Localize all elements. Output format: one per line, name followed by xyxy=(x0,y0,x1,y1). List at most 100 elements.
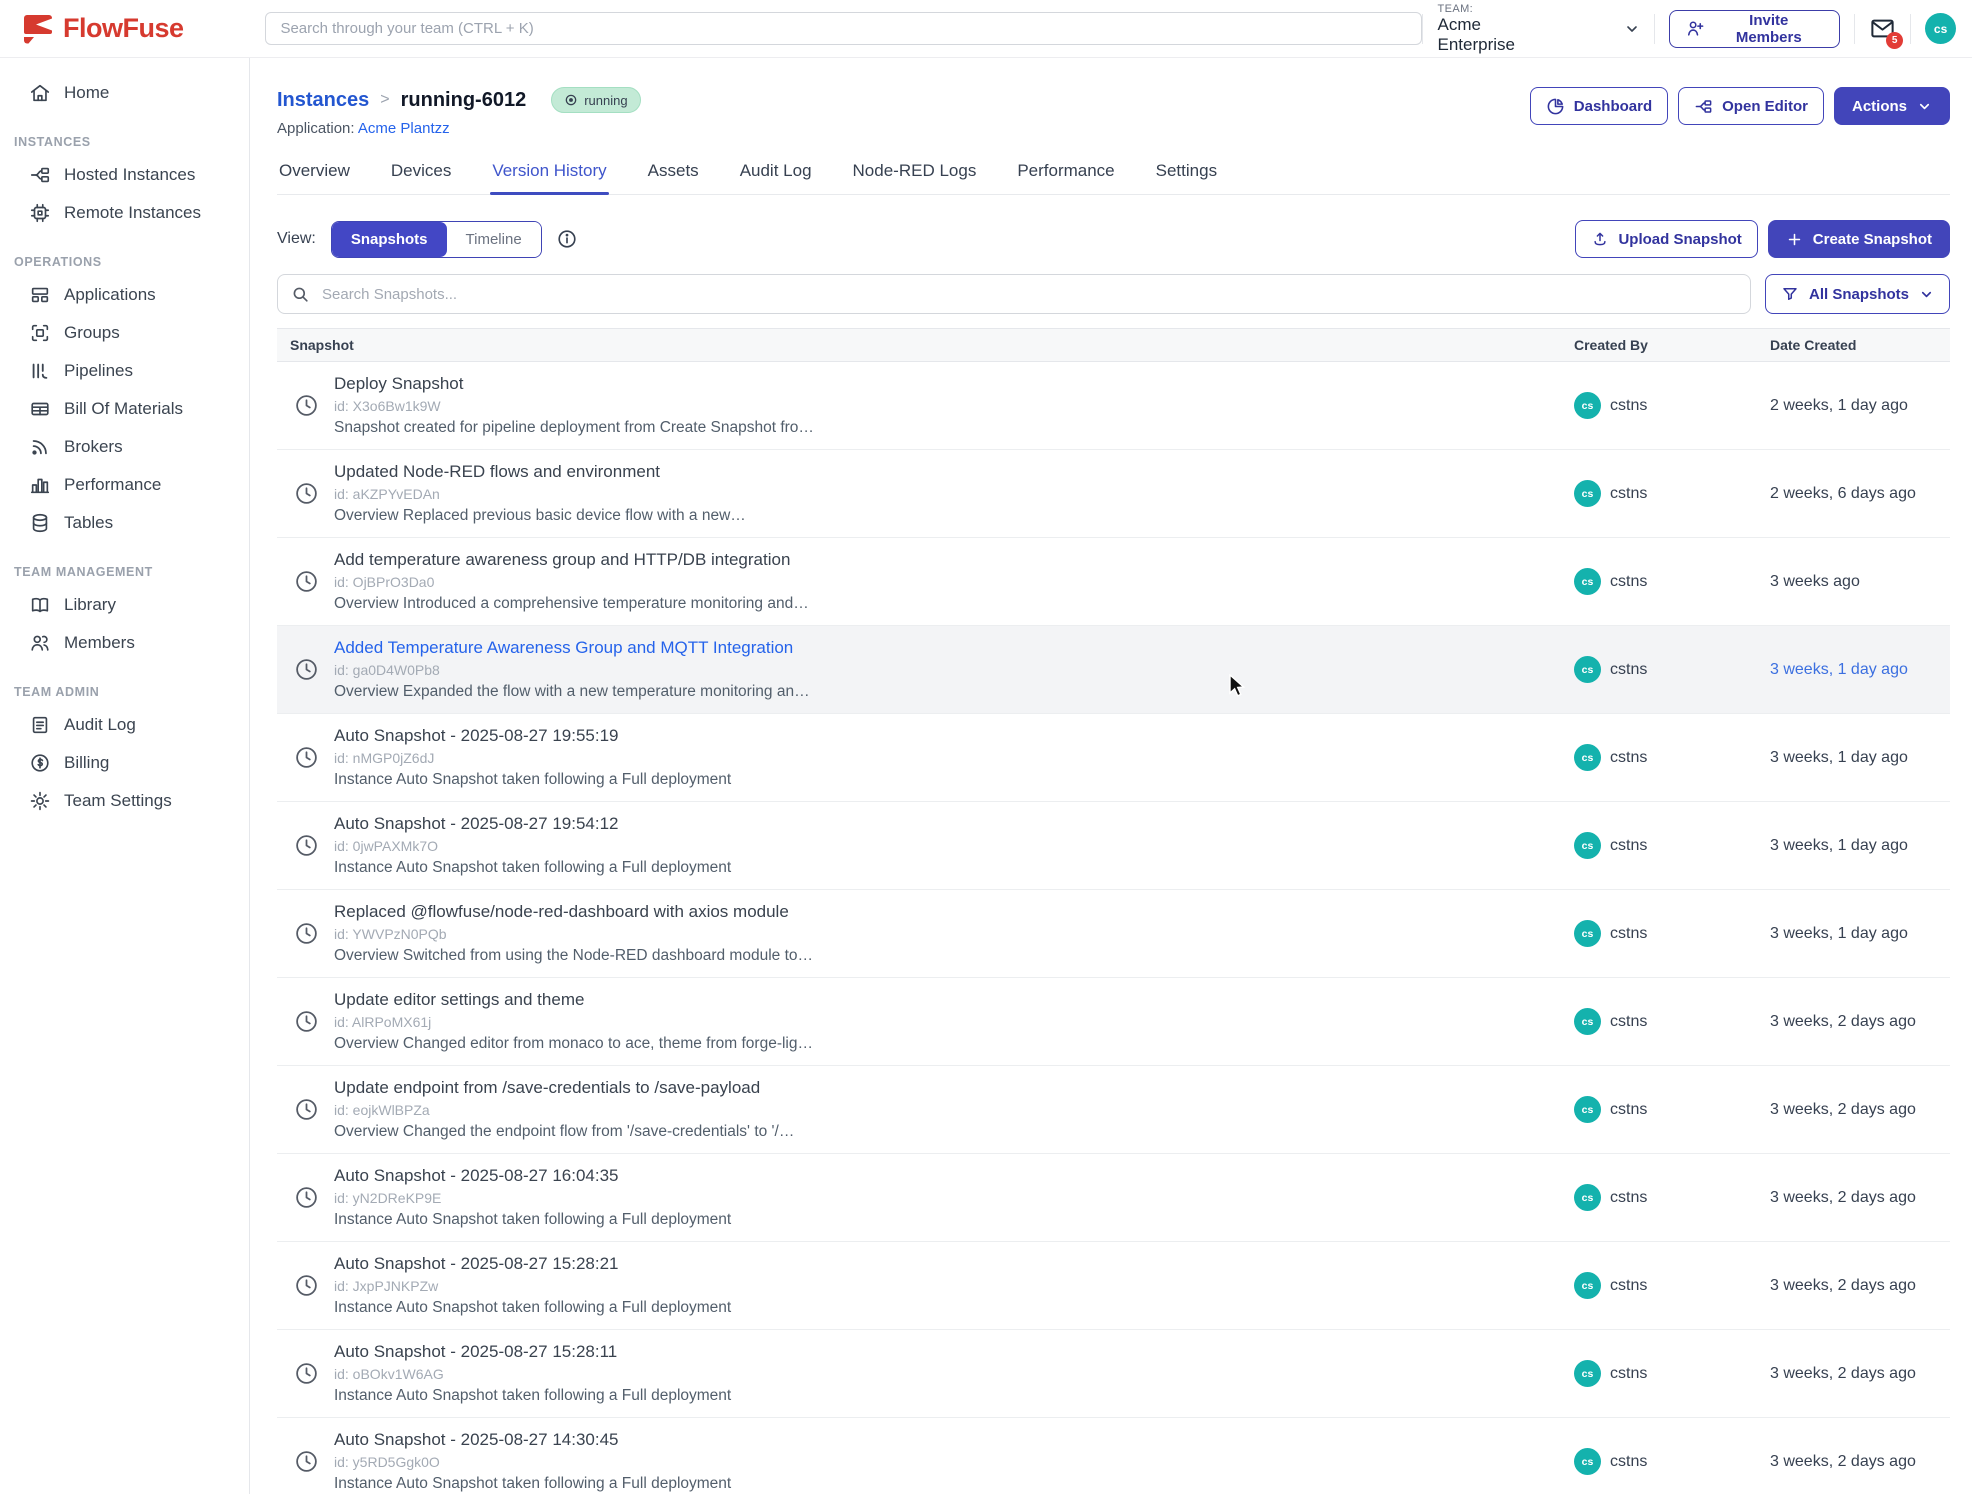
column-date-created: Date Created xyxy=(1770,337,1950,353)
sidebar-item-label: Members xyxy=(64,633,135,653)
sidebar-item-billing[interactable]: Billing xyxy=(0,744,249,782)
info-icon[interactable] xyxy=(556,228,578,250)
tab-audit-log[interactable]: Audit Log xyxy=(738,155,814,194)
table-row[interactable]: Updated Node-RED flows and environment i… xyxy=(277,450,1950,538)
snapshot-id: id: nMGP0jZ6dJ xyxy=(334,750,731,766)
table-row[interactable]: Update editor settings and theme id: AlR… xyxy=(277,978,1950,1066)
snapshot-id: id: X3o6Bw1k9W xyxy=(334,398,814,414)
segment-snapshots[interactable]: Snapshots xyxy=(332,222,447,257)
sidebar-item-brokers[interactable]: Brokers xyxy=(0,428,249,466)
snapshot-search-input[interactable] xyxy=(277,274,1751,314)
user-avatar[interactable]: cs xyxy=(1925,13,1956,44)
snapshot-title: Auto Snapshot - 2025-08-27 19:54:12 xyxy=(334,814,731,834)
date-created-cell: 3 weeks ago xyxy=(1770,573,1950,591)
tab-settings[interactable]: Settings xyxy=(1154,155,1219,194)
flowfuse-logo[interactable]: FlowFuse xyxy=(22,13,239,45)
breadcrumb-instances-link[interactable]: Instances xyxy=(277,89,369,112)
sidebar-item-pipelines[interactable]: Pipelines xyxy=(0,352,249,390)
notifications-button[interactable]: 5 xyxy=(1869,15,1896,42)
snapshot-description: Overview Switched from using the Node-RE… xyxy=(334,947,813,965)
view-segmented-control: Snapshots Timeline xyxy=(331,221,542,258)
cpu-chip-icon xyxy=(29,202,51,224)
table-row[interactable]: Added Temperature Awareness Group and MQ… xyxy=(277,626,1950,714)
brand-name: FlowFuse xyxy=(63,13,184,44)
table-row[interactable]: Replaced @flowfuse/node-red-dashboard wi… xyxy=(277,890,1950,978)
create-snapshot-label: Create Snapshot xyxy=(1813,231,1932,248)
clock-icon xyxy=(294,1273,319,1298)
table-row[interactable]: Auto Snapshot - 2025-08-27 16:04:35 id: … xyxy=(277,1154,1950,1242)
table-row[interactable]: Auto Snapshot - 2025-08-27 15:28:11 id: … xyxy=(277,1330,1950,1418)
dashboard-button[interactable]: Dashboard xyxy=(1530,87,1668,125)
sidebar-item-library[interactable]: Library xyxy=(0,586,249,624)
upload-snapshot-button[interactable]: Upload Snapshot xyxy=(1575,220,1757,258)
clock-icon xyxy=(294,1097,319,1122)
open-editor-button[interactable]: Open Editor xyxy=(1678,87,1824,125)
table-row[interactable]: Deploy Snapshot id: X3o6Bw1k9W Snapshot … xyxy=(277,362,1950,450)
segment-timeline[interactable]: Timeline xyxy=(447,222,541,257)
table-row[interactable]: Auto Snapshot - 2025-08-27 15:28:21 id: … xyxy=(277,1242,1950,1330)
tab-performance[interactable]: Performance xyxy=(1015,155,1116,194)
creator-name: cstns xyxy=(1610,925,1647,943)
date-created-cell: 3 weeks, 2 days ago xyxy=(1770,1277,1950,1295)
table-row[interactable]: Auto Snapshot - 2025-08-27 19:55:19 id: … xyxy=(277,714,1950,802)
sidebar-item-remote-instances[interactable]: Remote Instances xyxy=(0,194,249,232)
team-search-input[interactable] xyxy=(265,12,1422,45)
snapshot-title: Auto Snapshot - 2025-08-27 16:04:35 xyxy=(334,1166,731,1186)
sidebar-item-home[interactable]: Home xyxy=(0,74,249,112)
tab-node-red-logs[interactable]: Node-RED Logs xyxy=(851,155,979,194)
sidebar-item-applications[interactable]: Applications xyxy=(0,276,249,314)
sidebar-item-performance[interactable]: Performance xyxy=(0,466,249,504)
table-row[interactable]: Add temperature awareness group and HTTP… xyxy=(277,538,1950,626)
sidebar-item-label: Brokers xyxy=(64,437,123,457)
snapshot-id: id: ga0D4W0Pb8 xyxy=(334,662,810,678)
book-icon xyxy=(29,594,51,616)
team-selector[interactable]: TEAM: Acme Enterprise xyxy=(1437,3,1640,55)
table-row[interactable]: Auto Snapshot - 2025-08-27 19:54:12 id: … xyxy=(277,802,1950,890)
sidebar-item-label: Hosted Instances xyxy=(64,165,195,185)
tab-overview[interactable]: Overview xyxy=(277,155,352,194)
chevron-down-icon xyxy=(1917,99,1932,114)
snapshot-id: id: aKZPYvEDAn xyxy=(334,486,746,502)
actions-button[interactable]: Actions xyxy=(1834,87,1950,125)
clock-icon xyxy=(294,745,319,770)
sidebar-item-audit-log[interactable]: Audit Log xyxy=(0,706,249,744)
application-link[interactable]: Acme Plantzz xyxy=(358,120,450,137)
snapshot-title: Updated Node-RED flows and environment xyxy=(334,462,746,482)
snapshot-description: Overview Replaced previous basic device … xyxy=(334,507,746,525)
snapshot-title: Update editor settings and theme xyxy=(334,990,813,1010)
clock-icon xyxy=(294,393,319,418)
sidebar-item-groups[interactable]: Groups xyxy=(0,314,249,352)
table-row[interactable]: Update endpoint from /save-credentials t… xyxy=(277,1066,1950,1154)
created-by-cell: cs cstns xyxy=(1574,744,1770,771)
clock-icon xyxy=(294,921,319,946)
tab-devices[interactable]: Devices xyxy=(389,155,453,194)
clock-icon xyxy=(294,1185,319,1210)
application-label: Application: xyxy=(277,120,355,137)
creator-avatar: cs xyxy=(1574,1448,1601,1475)
sidebar-item-hosted-instances[interactable]: Hosted Instances xyxy=(0,156,249,194)
snapshot-filter-dropdown[interactable]: All Snapshots xyxy=(1765,274,1950,314)
snapshot-title: Auto Snapshot - 2025-08-27 19:55:19 xyxy=(334,726,731,746)
column-snapshot: Snapshot xyxy=(277,337,1574,353)
tab-assets[interactable]: Assets xyxy=(646,155,701,194)
table-row[interactable]: Auto Snapshot - 2025-08-27 14:30:45 id: … xyxy=(277,1418,1950,1494)
created-by-cell: cs cstns xyxy=(1574,1096,1770,1123)
chevron-down-icon xyxy=(1919,287,1934,302)
invite-members-button[interactable]: Invite Members xyxy=(1669,10,1840,48)
creator-name: cstns xyxy=(1610,1189,1647,1207)
sidebar-section-instances: INSTANCES xyxy=(0,112,249,156)
flowfuse-app: FlowFuse TEAM: Acme Enterprise Inv xyxy=(0,0,1972,1494)
creator-avatar: cs xyxy=(1574,1008,1601,1035)
snapshot-description: Overview Introduced a comprehensive temp… xyxy=(334,595,809,613)
create-snapshot-button[interactable]: Create Snapshot xyxy=(1768,220,1950,258)
sidebar-item-label: Groups xyxy=(64,323,120,343)
tab-version-history[interactable]: Version History xyxy=(490,155,608,194)
creator-avatar: cs xyxy=(1574,568,1601,595)
snapshot-id: id: YWVPzN0PQb xyxy=(334,926,813,942)
upload-icon xyxy=(1591,230,1609,248)
sidebar-item-team-settings[interactable]: Team Settings xyxy=(0,782,249,820)
sidebar-item-members[interactable]: Members xyxy=(0,624,249,662)
sidebar-item-tables[interactable]: Tables xyxy=(0,504,249,542)
snapshot-id: id: OjBPrO3Da0 xyxy=(334,574,809,590)
sidebar-item-bill-of-materials[interactable]: Bill Of Materials xyxy=(0,390,249,428)
